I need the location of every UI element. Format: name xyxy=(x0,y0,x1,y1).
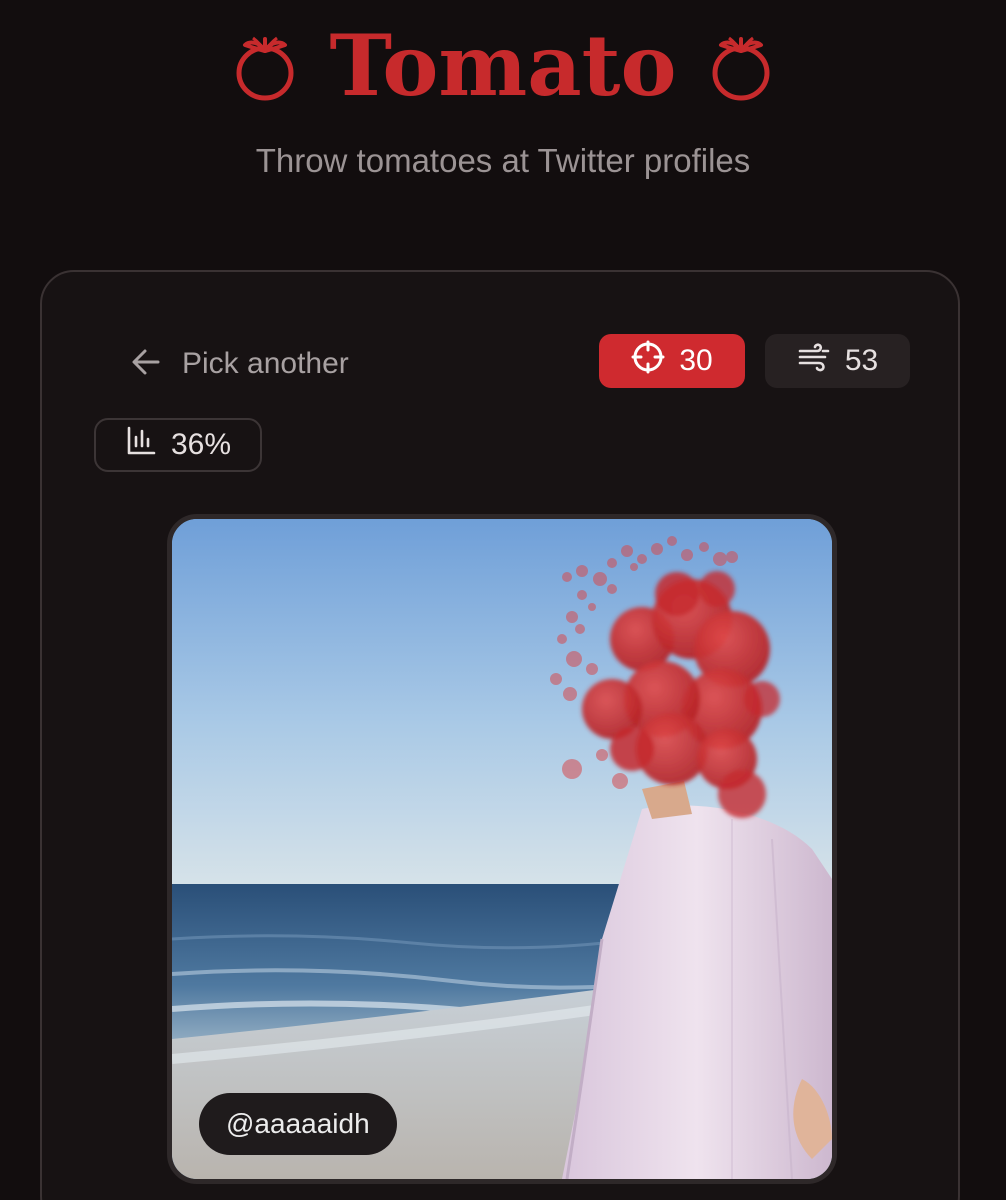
wind-value: 53 xyxy=(844,344,879,377)
wind-icon xyxy=(797,342,831,380)
target-photo[interactable]: @aaaaaidh xyxy=(167,514,837,1184)
crosshair-icon xyxy=(631,340,665,382)
tomato-icon xyxy=(235,35,295,101)
hits-value: 30 xyxy=(679,344,713,377)
pick-another-button[interactable]: Pick another xyxy=(130,344,349,384)
hits-counter[interactable]: 30 xyxy=(599,334,745,388)
game-card: Pick another 30 53 36% @aaaaaidh xyxy=(40,270,960,1200)
app-title: Tomato xyxy=(329,16,677,115)
wind-indicator[interactable]: 53 xyxy=(765,334,910,388)
beach-photo xyxy=(172,519,832,1179)
bar-chart-icon xyxy=(125,425,157,465)
arrow-left-icon xyxy=(130,346,162,383)
tagline: Throw tomatoes at Twitter profiles xyxy=(255,142,751,179)
title-row: Tomato xyxy=(0,18,1006,118)
pick-another-label: Pick another xyxy=(182,347,349,380)
coverage-stat[interactable]: 36% xyxy=(94,418,262,472)
header: Tomato Throw tomatoes at Twitter profile… xyxy=(0,0,1006,240)
profile-handle: @aaaaaidh xyxy=(199,1093,397,1155)
coverage-value: 36% xyxy=(170,428,232,461)
tomato-icon xyxy=(711,35,771,101)
